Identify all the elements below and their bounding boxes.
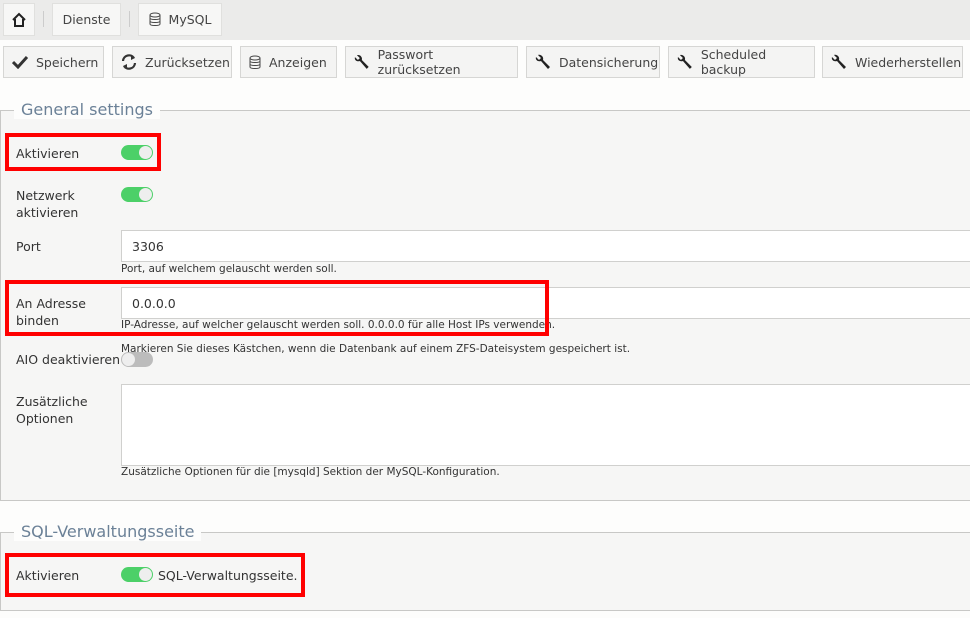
breadcrumb-mysql[interactable]: MySQL	[138, 3, 222, 36]
network-toggle[interactable]	[121, 187, 153, 202]
button-label: Wiederherstellen	[855, 54, 962, 70]
highlight-box	[5, 553, 305, 597]
button-label: Passwort zurücksetzen	[377, 47, 461, 77]
breadcrumb-label: Dienste	[62, 12, 111, 27]
button-label: Scheduled backup	[700, 47, 767, 77]
wrench-icon	[677, 54, 692, 69]
port-label: Port	[16, 239, 41, 254]
port-input[interactable]: 3306	[121, 230, 970, 262]
restore-button[interactable]: Wiederherstellen	[822, 46, 963, 78]
save-button[interactable]: Speichern	[3, 46, 104, 78]
fieldset-legend: General settings	[14, 100, 160, 119]
divider	[129, 11, 130, 27]
highlight-box	[5, 133, 161, 171]
button-label: Datensicherung	[559, 54, 659, 70]
checkmark-icon	[12, 55, 28, 69]
reset-button[interactable]: Zurücksetzen	[112, 46, 232, 78]
breadcrumb-label: MySQL	[168, 12, 212, 27]
backup-button[interactable]: Datensicherung	[526, 46, 660, 78]
database-icon	[149, 12, 161, 26]
button-label: Speichern	[36, 54, 99, 70]
reset-password-button[interactable]: Passwort zurücksetzen	[345, 46, 518, 78]
wrench-icon	[535, 54, 550, 69]
aio-label: AIO deaktivieren	[16, 352, 120, 367]
database-icon	[249, 55, 261, 69]
scheduled-backup-button[interactable]: Scheduled backup	[668, 46, 815, 78]
button-label: Anzeigen	[269, 54, 327, 70]
fieldset-legend: SQL-Verwaltungsseite	[14, 522, 202, 541]
wrench-icon	[354, 54, 369, 69]
aio-help: Markieren Sie dieses Kästchen, wenn die …	[121, 343, 631, 355]
home-icon	[12, 12, 26, 27]
aio-toggle[interactable]	[121, 352, 153, 367]
highlight-box	[5, 280, 549, 336]
breadcrumb-dienste[interactable]: Dienste	[52, 3, 121, 36]
home-button[interactable]	[3, 3, 35, 36]
extra-options-label: Zusätzliche Optionen	[16, 394, 88, 426]
extra-options-help: Zusätzliche Optionen für die [mysqld] Se…	[121, 466, 500, 478]
network-label: Netzwerk aktivieren	[16, 188, 79, 220]
button-label: Zurücksetzen	[145, 54, 230, 70]
extra-options-textarea[interactable]	[121, 384, 970, 466]
port-help: Port, auf welchem gelauscht werden soll.	[121, 263, 337, 275]
divider	[43, 11, 44, 27]
wrench-icon	[831, 54, 846, 69]
refresh-icon	[121, 54, 137, 70]
show-button[interactable]: Anzeigen	[240, 46, 337, 78]
